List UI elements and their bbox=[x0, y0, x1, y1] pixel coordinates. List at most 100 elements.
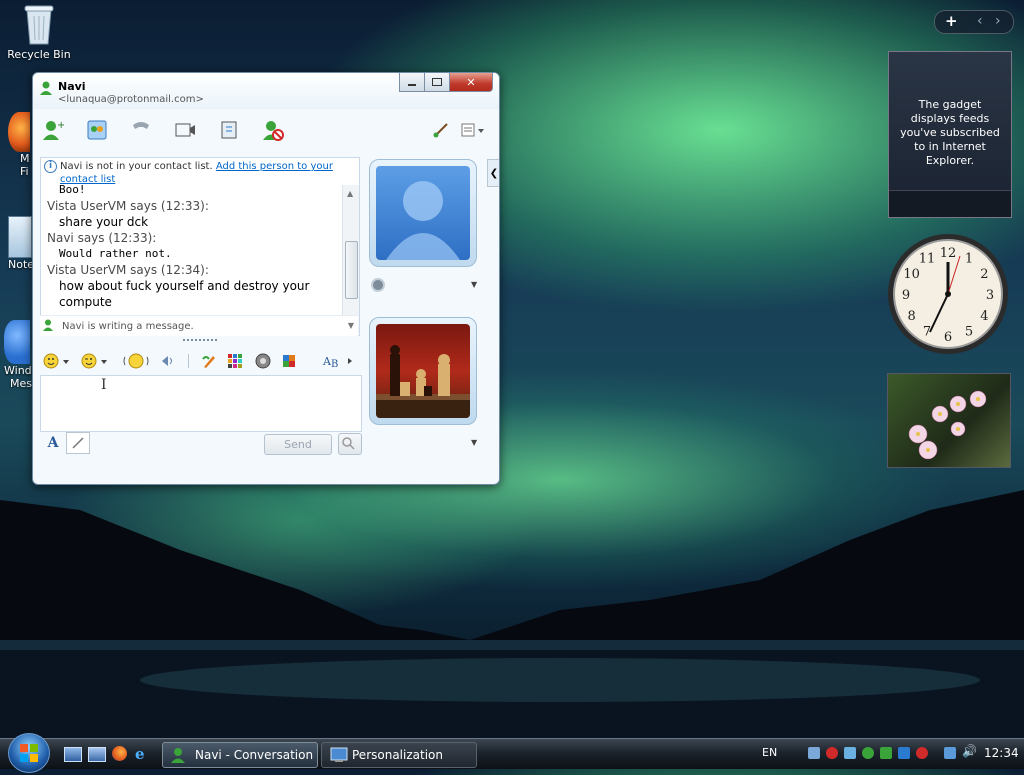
task-navi-conversation[interactable]: Navi - Conversation bbox=[162, 742, 318, 768]
format-toolbar: AB bbox=[40, 349, 360, 373]
emoticons-button[interactable] bbox=[42, 351, 72, 371]
handwriting-font-tab[interactable]: A bbox=[42, 433, 64, 453]
show-desktop-button[interactable] bbox=[64, 747, 82, 762]
task-personalization[interactable]: Personalization bbox=[321, 742, 477, 768]
recycle-bin-label: Recycle Bin bbox=[7, 48, 71, 61]
message-input[interactable] bbox=[40, 375, 362, 432]
nudge-button[interactable] bbox=[122, 351, 150, 371]
collapse-panel-button[interactable]: ❮ bbox=[487, 159, 499, 187]
desktop-wallpaper-mountains bbox=[0, 490, 1024, 740]
switch-windows-button[interactable] bbox=[88, 747, 106, 762]
security-alert-icon[interactable] bbox=[826, 747, 838, 759]
block-contact-button[interactable] bbox=[261, 119, 285, 141]
games-icon bbox=[255, 353, 271, 369]
splitter-grip[interactable] bbox=[183, 339, 217, 344]
share-files-icon bbox=[87, 120, 107, 140]
video-call-button[interactable] bbox=[173, 119, 197, 141]
ink-button[interactable] bbox=[200, 351, 218, 371]
clock-number: 1 bbox=[965, 252, 973, 267]
winks-button[interactable] bbox=[80, 351, 110, 371]
close-button[interactable]: ✕ bbox=[449, 73, 493, 92]
color-grid-icon bbox=[228, 354, 242, 368]
language-indicator[interactable]: EN bbox=[762, 746, 777, 759]
sync-tray-icon[interactable] bbox=[880, 747, 892, 759]
contact-display-picture[interactable] bbox=[369, 159, 477, 267]
background-button[interactable] bbox=[429, 119, 453, 141]
add-gadget-button[interactable]: + bbox=[945, 12, 958, 30]
voice-clip-button[interactable] bbox=[158, 351, 178, 371]
scroll-thumb[interactable] bbox=[345, 241, 358, 299]
scroll-down-icon[interactable]: ▼ bbox=[348, 321, 354, 330]
format-separator bbox=[188, 354, 189, 368]
search-button[interactable] bbox=[338, 433, 362, 455]
flowers-image bbox=[908, 390, 987, 460]
task-label: Personalization bbox=[352, 748, 443, 762]
clock-number: 11 bbox=[919, 252, 936, 267]
feed-gadget-text: The gadget displays feeds you've subscri… bbox=[900, 98, 1000, 167]
handwriting-tab[interactable] bbox=[66, 432, 90, 454]
close-icon: ✕ bbox=[466, 75, 476, 89]
invite-contact-button[interactable]: + bbox=[41, 119, 65, 141]
network-tray-icon[interactable] bbox=[808, 747, 820, 759]
volume-icon[interactable]: 🔊 bbox=[962, 744, 977, 758]
ink-icon bbox=[202, 356, 215, 368]
share-files-button[interactable] bbox=[85, 119, 109, 141]
send-button[interactable]: Send bbox=[264, 434, 332, 455]
sidebar-next-button[interactable]: › bbox=[995, 13, 1001, 29]
taskbar: e Navi - Conversation Personalization EN… bbox=[0, 733, 1024, 773]
notepad-icon bbox=[8, 216, 32, 258]
msg-header: Navi says (12:33): bbox=[47, 231, 157, 245]
message-history[interactable]: Boo! Vista UserVM says (12:33): share yo… bbox=[40, 183, 360, 336]
messenger-icon bbox=[4, 320, 30, 364]
display-tray-icon[interactable] bbox=[898, 747, 910, 759]
clock-gadget[interactable]: 12 1234567891011 bbox=[886, 232, 1010, 356]
input-bottom-bar: A Send bbox=[40, 431, 362, 457]
defender-tray-icon[interactable] bbox=[844, 747, 856, 759]
change-font-button[interactable]: AB bbox=[322, 351, 356, 371]
search-icon bbox=[342, 437, 355, 450]
windows-logo-icon bbox=[20, 744, 38, 762]
slideshow-gadget[interactable] bbox=[887, 373, 1011, 468]
contact-picture-dropdown[interactable]: ▼ bbox=[471, 280, 477, 289]
webcam-icon[interactable] bbox=[371, 278, 385, 292]
show-menu-button[interactable] bbox=[457, 119, 489, 141]
internet-explorer-icon[interactable]: e bbox=[135, 745, 151, 763]
connection-tray-icon[interactable] bbox=[944, 747, 956, 759]
warning-tray-icon[interactable] bbox=[916, 747, 928, 759]
recycle-bin-icon bbox=[21, 2, 57, 46]
font-a-icon: A bbox=[47, 435, 59, 451]
history-scrollbar[interactable]: ▲ bbox=[342, 185, 359, 333]
clock-number: 8 bbox=[907, 309, 915, 324]
send-gift-button[interactable] bbox=[280, 351, 298, 371]
msg-line: Would rather not. bbox=[59, 247, 172, 260]
user-display-picture[interactable] bbox=[369, 317, 477, 425]
clock-number: 6 bbox=[944, 330, 952, 345]
activities-button[interactable] bbox=[217, 119, 241, 141]
minimize-button[interactable] bbox=[399, 73, 425, 92]
messenger-tray-icon[interactable] bbox=[862, 747, 874, 759]
color-grid-button[interactable] bbox=[226, 351, 246, 371]
clock-number: 9 bbox=[902, 288, 910, 303]
svg-text:+: + bbox=[57, 120, 64, 131]
feed-headlines-gadget[interactable]: The gadget displays feeds you've subscri… bbox=[888, 51, 1012, 218]
person-silhouette-icon bbox=[386, 181, 460, 260]
msg-line: share your dck bbox=[59, 215, 149, 229]
maximize-button[interactable] bbox=[424, 73, 450, 92]
msg-header: Vista UserVM says (12:34): bbox=[47, 263, 209, 277]
start-button[interactable] bbox=[8, 733, 50, 773]
firefox-quicklaunch-icon[interactable] bbox=[112, 746, 127, 761]
windows-messenger-shortcut[interactable]: Wind Mes bbox=[4, 320, 34, 390]
wink-icon bbox=[81, 353, 107, 369]
block-icon bbox=[263, 121, 284, 141]
user-picture-dropdown[interactable]: ▼ bbox=[471, 438, 477, 447]
clock-number: 4 bbox=[980, 309, 988, 324]
voice-call-button[interactable] bbox=[129, 119, 153, 141]
contact-status-icon bbox=[39, 81, 53, 95]
sidebar-prev-button[interactable]: ‹ bbox=[977, 13, 983, 29]
taskbar-clock[interactable]: 12:34 bbox=[984, 746, 1019, 760]
add-contact-icon: + bbox=[43, 120, 64, 140]
games-button[interactable] bbox=[254, 351, 272, 371]
text-cursor-icon: I bbox=[101, 377, 107, 393]
recycle-bin[interactable]: Recycle Bin bbox=[4, 2, 74, 61]
phone-icon bbox=[133, 122, 149, 129]
